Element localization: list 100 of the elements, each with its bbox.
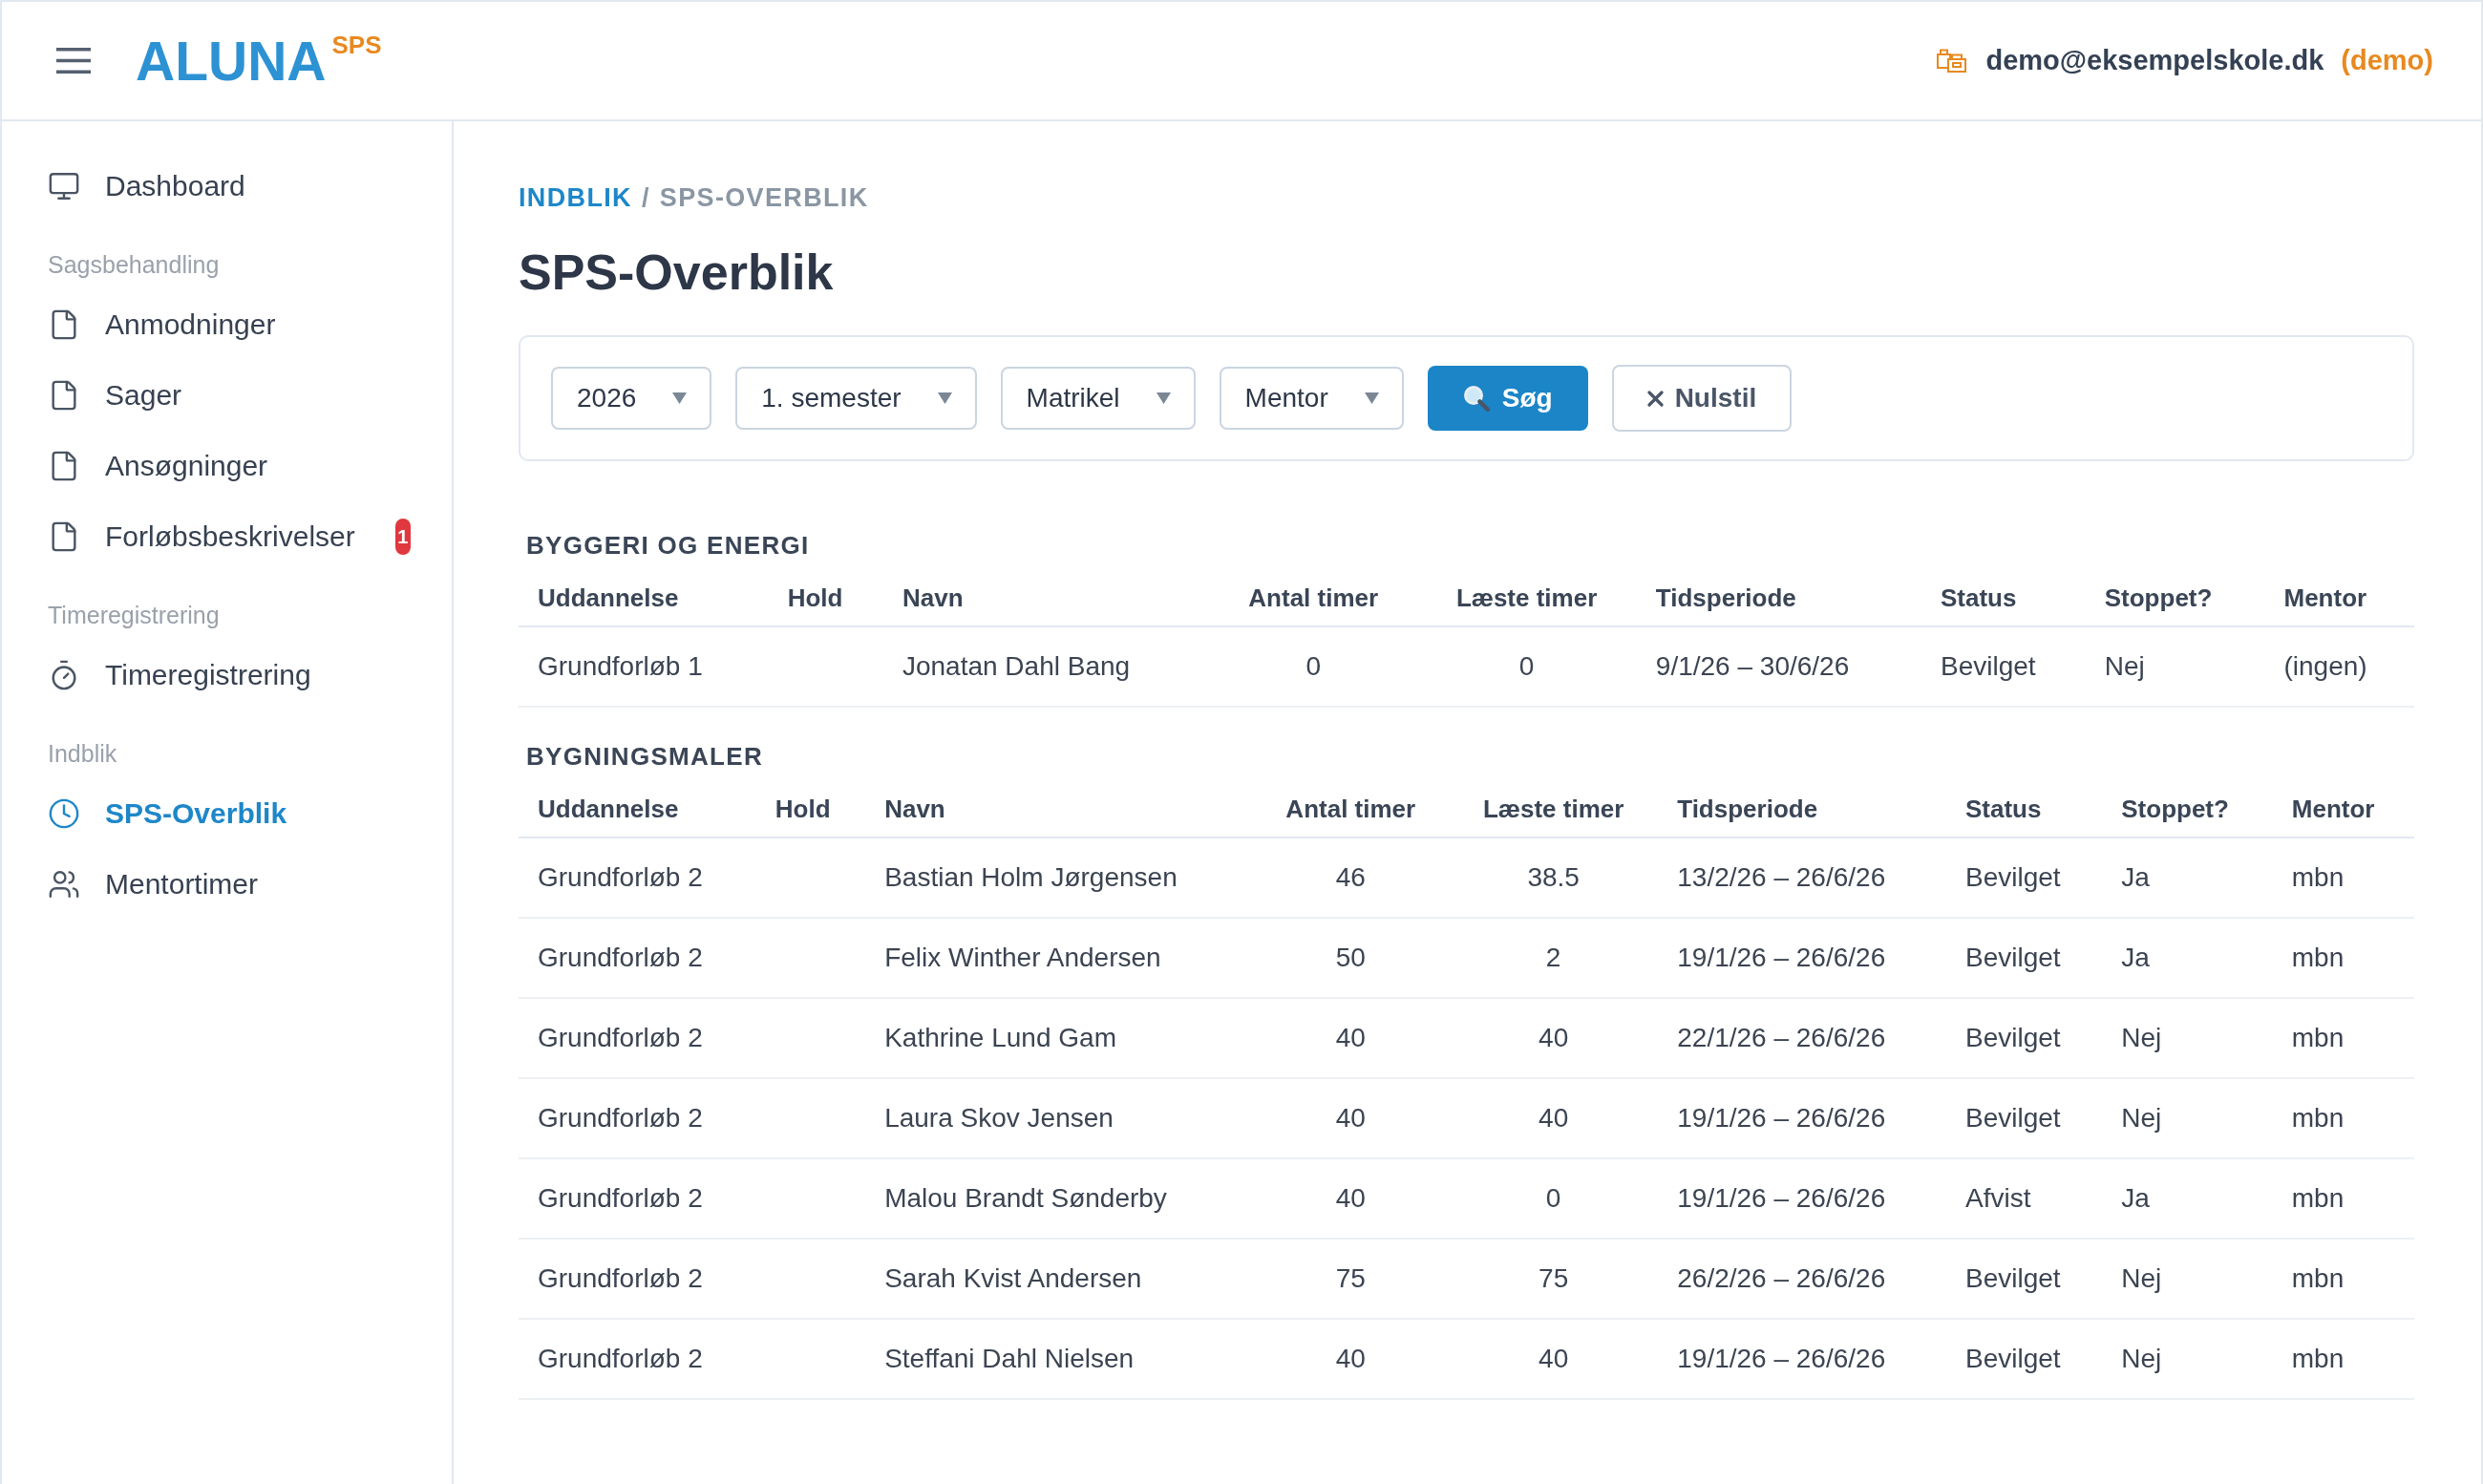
logo-suffix: SPS: [331, 30, 382, 59]
table-cell: Bevilget: [1945, 998, 2103, 1078]
table-cell: Ja: [2102, 918, 2273, 998]
column-header: Mentor: [2264, 572, 2414, 626]
breadcrumb-current: SPS-OVERBLIK: [659, 182, 869, 213]
table-cell: 22/1/26 – 26/6/26: [1658, 998, 1946, 1078]
column-header: Uddannelse: [519, 783, 756, 837]
column-header: Status: [1921, 572, 2086, 626]
table-cell: Nej: [2102, 1239, 2273, 1319]
table-cell: Nej: [2085, 626, 2265, 707]
table-cell: 19/1/26 – 26/6/26: [1658, 918, 1946, 998]
column-header: Stoppet?: [2102, 783, 2273, 837]
sidebar-item[interactable]: Ansøgninger: [48, 431, 452, 501]
table-cell: 40: [1449, 1319, 1659, 1399]
breadcrumb-link[interactable]: INDBLIK: [519, 182, 632, 213]
table-cell: 0: [1416, 626, 1637, 707]
select-field[interactable]: 2026: [551, 367, 712, 430]
users-icon: [48, 868, 80, 901]
table-cell: 0: [1449, 1158, 1659, 1239]
search-icon: [1462, 385, 1490, 412]
table-cell: Nej: [2102, 1078, 2273, 1158]
column-header: Tidsperiode: [1658, 783, 1946, 837]
sidebar-item[interactable]: Mentortimer: [48, 849, 452, 920]
table-cell: Bevilget: [1945, 1319, 2103, 1399]
page-title: SPS-Overblik: [519, 244, 835, 302]
column-header: Tidsperiode: [1636, 572, 1921, 626]
table-cell: Bevilget: [1945, 1078, 2103, 1158]
section-heading: BYGNINGSMALER: [525, 742, 765, 771]
column-header: Stoppet?: [2085, 572, 2265, 626]
caret-icon: [672, 392, 688, 404]
table-cell: 40: [1449, 998, 1659, 1078]
table-cell: mbn: [2272, 998, 2414, 1078]
table-cell: 2: [1449, 918, 1659, 998]
table-cell: Afvist: [1945, 1158, 2103, 1239]
table-cell: 19/1/26 – 26/6/26: [1658, 1158, 1946, 1239]
table-cell: Sarah Kvist Andersen: [865, 1239, 1253, 1319]
section-heading: BYGGERI OG ENERGI: [525, 531, 811, 560]
table-cell: mbn: [2272, 918, 2414, 998]
table-cell: mbn: [2272, 1158, 2414, 1239]
table-cell: Steffani Dahl Nielsen: [865, 1319, 1253, 1399]
table-cell: Grundforløb 2: [519, 1319, 756, 1399]
table-cell: Bevilget: [1945, 918, 2103, 998]
caret-icon: [1364, 392, 1379, 404]
table-cell: Ja: [2102, 1158, 2273, 1239]
table-cell: 9/1/26 – 30/6/26: [1636, 626, 1921, 707]
section-label: Timeregistrering: [48, 601, 221, 629]
table-cell: Bevilget: [1945, 1239, 2103, 1319]
table-cell: 26/2/26 – 26/6/26: [1658, 1239, 1946, 1319]
menu-icon[interactable]: [56, 48, 91, 74]
sidebar-item[interactable]: Sager: [48, 360, 452, 431]
table-cell: 19/1/26 – 26/6/26: [1658, 1319, 1946, 1399]
table-cell: mbn: [2272, 1078, 2414, 1158]
table-cell: Felix Winther Andersen: [865, 918, 1253, 998]
sidebar-item[interactable]: Dashboard: [48, 151, 452, 222]
table-cell: 75: [1449, 1239, 1659, 1319]
table-cell: Nej: [2102, 1319, 2273, 1399]
table-cell: 0: [1210, 626, 1417, 707]
column-header: Mentor: [2272, 783, 2414, 837]
table-cell: Grundforløb 2: [519, 1239, 756, 1319]
column-header: Læste timer: [1449, 783, 1659, 837]
table-cell: 38.5: [1449, 837, 1659, 918]
table-cell: 40: [1252, 1158, 1450, 1239]
table-cell: 46: [1252, 837, 1450, 918]
table-cell: mbn: [2272, 1319, 2414, 1399]
table-cell: Ja: [2102, 837, 2273, 918]
caret-icon: [937, 392, 952, 404]
shopping-bags-icon: [1937, 49, 1967, 73]
table-cell: Jonatan Dahl Bang: [882, 626, 1211, 707]
table-cell: Kathrine Lund Gam: [865, 998, 1253, 1078]
close-icon: [1646, 390, 1664, 407]
column-header: Uddannelse: [519, 572, 769, 626]
column-header: Navn: [865, 783, 1253, 837]
select-field[interactable]: Matrikel: [1000, 367, 1196, 430]
table-cell: Grundforløb 2: [519, 837, 756, 918]
column-header: Antal timer: [1210, 572, 1417, 626]
caret-icon: [1156, 392, 1171, 404]
table-cell: 40: [1252, 1319, 1450, 1399]
section-label: Indblik: [48, 739, 118, 768]
select-field[interactable]: Mentor: [1219, 367, 1404, 430]
table-cell: Grundforløb 2: [519, 1078, 756, 1158]
sidebar-item[interactable]: SPS-Overblik: [48, 778, 452, 849]
table-cell: Grundforløb 2: [519, 918, 756, 998]
table-cell: 19/1/26 – 26/6/26: [1658, 1078, 1946, 1158]
search-button[interactable]: Søg: [1427, 366, 1588, 431]
monitor-icon: [48, 170, 80, 202]
table-cell: 40: [1252, 998, 1450, 1078]
table-cell: 40: [1252, 1078, 1450, 1158]
table-cell: 50: [1252, 918, 1450, 998]
breadcrumb-separator: /: [641, 182, 650, 213]
column-header: Læste timer: [1416, 572, 1637, 626]
sidebar-item[interactable]: Anmodninger: [48, 289, 452, 360]
table-cell: 13/2/26 – 26/6/26: [1658, 837, 1946, 918]
select-field[interactable]: 1. semester: [735, 367, 977, 430]
reset-button[interactable]: Nulstil: [1611, 365, 1793, 432]
sidebar-item[interactable]: Forløbsbeskrivelser 1: [48, 501, 452, 572]
table-cell: Grundforløb 1: [519, 626, 769, 707]
table-cell: mbn: [2272, 837, 2414, 918]
account-type-label: (demo): [2341, 43, 2433, 77]
sidebar-item[interactable]: Timeregistrering: [48, 640, 452, 710]
table-cell: Laura Skov Jensen: [865, 1078, 1253, 1158]
